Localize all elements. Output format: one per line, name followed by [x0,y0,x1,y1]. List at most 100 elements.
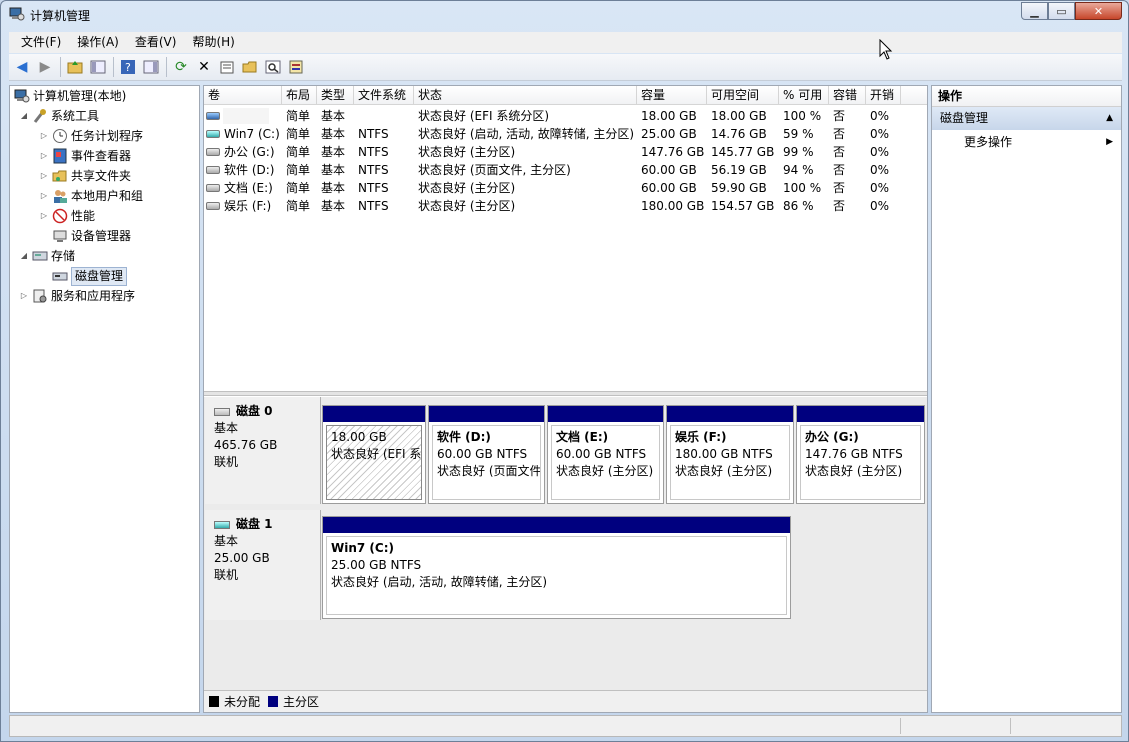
help-icon[interactable]: ? [118,57,138,77]
header-col-volume[interactable]: 卷 [204,86,282,105]
menu-view[interactable]: 查看(V) [127,32,185,53]
tree-item-task-scheduler[interactable]: ▷ 任务计划程序 [38,126,143,146]
cell-col-overhead: 0% [870,199,890,213]
shared-folder-icon [52,168,68,184]
tree-item-disk-management[interactable]: 磁盘管理 [50,266,128,286]
tree-item-performance[interactable]: ▷ 性能 [38,206,95,226]
collapse-up-icon[interactable]: ▲ [1106,107,1113,130]
expand-arrow-icon[interactable]: ▷ [38,146,50,166]
volume-icon [206,166,220,174]
tree-item-event-viewer[interactable]: ▷ 事件查看器 [38,146,131,166]
partition-f[interactable]: 娱乐 (F:) 180.00 GB NTFS 状态良好 (主分区) [666,405,794,504]
disk-0-label[interactable]: 磁盘 0 基本 465.76 GB 联机 [205,397,321,504]
header-col-overhead[interactable]: 开销 [866,86,901,105]
menu-help[interactable]: 帮助(H) [184,32,242,53]
partition-efi[interactable]: 18.00 GB 状态良好 (EFI 系统分区) [322,405,426,504]
delete-icon[interactable]: ✕ [194,57,214,77]
table-row[interactable]: 文档 (E:) 简单 基本 NTFS 状态良好 (主分区) 60.00 GB 59.90 G… [204,179,927,197]
menu-action[interactable]: 操作(A) [69,32,127,53]
cell-col-percent-free: 94 % [783,163,814,177]
menu-file[interactable]: 文件(F) [13,32,69,53]
navigation-tree: 计算机管理(本地) ◢ 系统工具 ▷ 任务计划程序 ▷ 事件查看器 ▷ 共享文件… [9,85,200,713]
cell-col-capacity: 18.00 GB [641,109,697,123]
disk-1-label[interactable]: 磁盘 1 基本 25.00 GB 联机 [205,510,321,620]
tree-item-storage[interactable]: ◢ 存储 [18,246,75,266]
maximize-button[interactable]: ▭ [1048,2,1075,20]
expand-arrow-icon[interactable]: ▷ [38,186,50,206]
cell-col-fault-tolerance: 否 [833,109,846,123]
header-col-filesystem[interactable]: 文件系统 [354,86,414,105]
show-hide-action-pane-icon[interactable] [141,57,161,77]
cell-col-fault-tolerance: 否 [833,145,846,159]
cell-col-layout: 简单 [286,145,311,159]
minimize-button[interactable]: ▁ [1021,2,1048,20]
partition-c[interactable]: Win7 (C:) 25.00 GB NTFS 状态良好 (启动, 活动, 故障… [322,516,791,619]
cell-col-type: 基本 [321,199,346,213]
search-icon[interactable] [263,57,283,77]
submenu-arrow-icon: ▶ [1106,137,1113,147]
forward-icon[interactable]: ▶ [35,57,55,77]
volume-list: 卷布局 类型 文件系统 状态 容量 可用空间% 可用 容错 开销简单 基本 状态良好 (EFI 系… [204,86,927,391]
tree-item-computer-management[interactable]: 计算机管理(本地) [12,86,126,106]
tree-item-shared-folders[interactable]: ▷ 共享文件夹 [38,166,131,186]
properties-icon[interactable] [217,57,237,77]
table-row[interactable]: 软件 (D:) 简单 基本 NTFS 状态良好 (页面文件, 主分区) 60.00 GB 5… [204,161,927,179]
table-row[interactable]: 办公 (G:) 简单 基本 NTFS 状态良好 (主分区) 147.76 GB 145.77… [204,143,927,161]
collapse-arrow-icon[interactable]: ◢ [18,106,30,126]
cell-col-free-space: 14.76 GB [711,127,767,141]
storage-icon [32,248,48,264]
header-col-type[interactable]: 类型 [317,86,354,105]
expand-arrow-icon[interactable]: ▷ [38,126,50,146]
clock-icon [52,128,68,144]
expand-arrow-icon[interactable]: ▷ [18,286,30,306]
pane-splitter[interactable] [204,391,927,396]
cell-col-free-space: 56.19 GB [711,163,767,177]
refresh-icon[interactable]: ⟳ [171,57,191,77]
cell-col-free-space: 145.77 GB [711,145,775,159]
header-col-status[interactable]: 状态 [414,86,637,105]
cell-col-overhead: 0% [870,145,890,159]
volume-label-empty [223,108,269,124]
cell-col-volume: 办公 (G:) [224,145,275,159]
table-row[interactable]: 简单 基本 状态良好 (EFI 系统分区) 18.00 GB 18.00 GB 100 %… [204,107,927,125]
cell-col-layout: 简单 [286,181,311,195]
expand-arrow-icon[interactable]: ▷ [38,166,50,186]
cell-col-overhead: 0% [870,163,890,177]
table-row[interactable]: Win7 (C:) 简单 基本 NTFS 状态良好 (启动, 活动, 故障转储, 主分区… [204,125,927,143]
open-folder-icon[interactable] [240,57,260,77]
partition-g[interactable]: 办公 (G:) 147.76 GB NTFS 状态良好 (主分区) [796,405,925,504]
partition-d[interactable]: 软件 (D:) 60.00 GB NTFS 状态良好 (页面文件, 主分区) [428,405,545,504]
header-col-free-space[interactable]: 可用空间 [707,86,779,105]
cell-col-type: 基本 [321,127,346,141]
header-col-percent-free[interactable]: % 可用 [779,86,829,105]
cell-col-percent-free: 99 % [783,145,814,159]
back-icon[interactable]: ◀ [12,57,32,77]
more-actions-item[interactable]: 更多操作 ▶ [932,130,1121,154]
tree-item-system-tools[interactable]: ◢ 系统工具 [18,106,99,126]
cell-col-percent-free: 86 % [783,199,814,213]
performance-icon [52,208,68,224]
cell-col-capacity: 25.00 GB [641,127,697,141]
header-col-layout[interactable]: 布局 [282,86,317,105]
cell-col-filesystem: NTFS [358,127,389,141]
cell-col-layout: 简单 [286,127,311,141]
tree-item-services-applications[interactable]: ▷ 服务和应用程序 [18,286,135,306]
expand-arrow-icon[interactable]: ▷ [38,206,50,226]
cell-col-volume: 娱乐 (F:) [224,199,272,213]
table-row[interactable]: 娱乐 (F:) 简单 基本 NTFS 状态良好 (主分区) 180.00 GB 154.57… [204,197,927,215]
header-col-fault-tolerance[interactable]: 容错 [829,86,866,105]
cell-col-layout: 简单 [286,199,311,213]
tree-item-local-users-groups[interactable]: ▷ 本地用户和组 [38,186,143,206]
tree-item-device-manager[interactable]: 设备管理器 [50,226,131,246]
volume-icon [206,184,220,192]
actions-section-disk-management[interactable]: 磁盘管理 ▲ [932,107,1121,130]
menu-bar: 文件(F) 操作(A) 查看(V) 帮助(H) [9,32,1122,53]
show-hide-tree-icon[interactable] [88,57,108,77]
collapse-arrow-icon[interactable]: ◢ [18,246,30,266]
close-button[interactable]: ✕ [1075,2,1122,20]
computer-icon [14,88,30,104]
partition-e[interactable]: 文档 (E:) 60.00 GB NTFS 状态良好 (主分区) [547,405,664,504]
disk-properties-icon[interactable] [286,57,306,77]
header-col-capacity[interactable]: 容量 [637,86,707,105]
up-folder-icon[interactable] [65,57,85,77]
